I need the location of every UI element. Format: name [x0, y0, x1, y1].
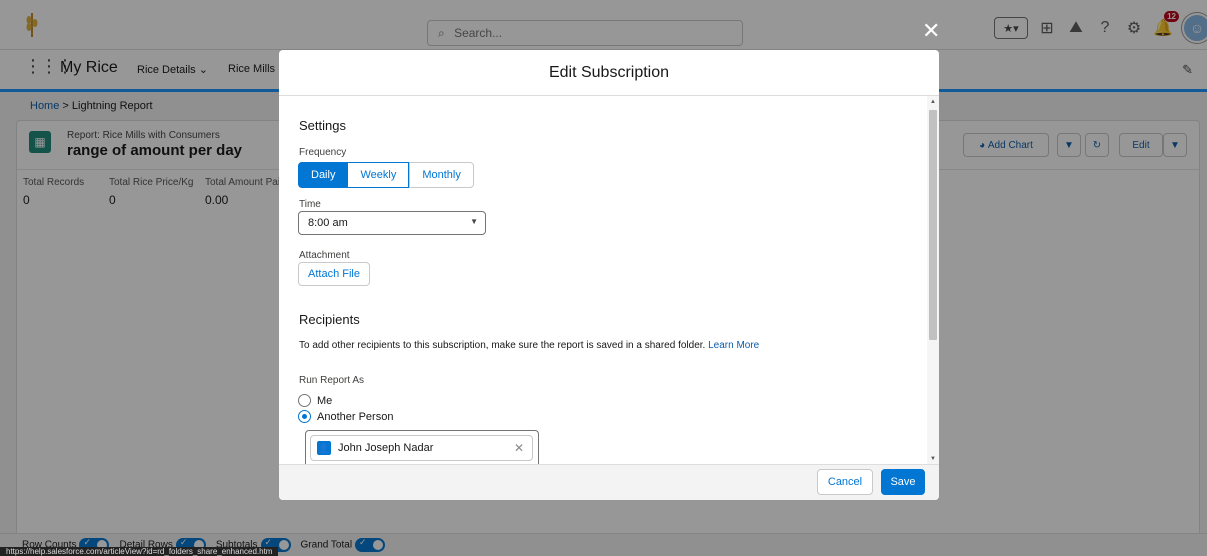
selected-person-pill: 👤 John Joseph Nadar ✕ [310, 435, 533, 461]
frequency-daily-button[interactable]: Daily [298, 162, 349, 188]
cancel-button[interactable]: Cancel [817, 469, 873, 495]
run-as-another-person-radio[interactable]: Another Person [298, 410, 393, 423]
learn-more-link[interactable]: Learn More [708, 340, 759, 351]
modal-body: Settings Frequency Daily Weekly Monthly … [279, 96, 939, 464]
scroll-up-icon[interactable]: ▲ [930, 99, 936, 105]
attach-file-button[interactable]: Attach File [298, 262, 370, 286]
time-label: Time [299, 199, 321, 210]
save-button[interactable]: Save [881, 469, 925, 495]
scroll-down-icon[interactable]: ▼ [930, 456, 936, 462]
frequency-monthly-button[interactable]: Monthly [409, 162, 474, 188]
run-as-label: Run Report As [299, 375, 365, 386]
frequency-label: Frequency [299, 147, 347, 158]
remove-person-icon[interactable]: ✕ [514, 441, 524, 455]
selected-person-name: John Joseph Nadar [338, 442, 434, 454]
modal-footer: Cancel Save [279, 464, 939, 500]
recipients-heading: Recipients [299, 312, 360, 327]
settings-heading: Settings [299, 118, 346, 133]
radio-circle[interactable] [298, 394, 311, 407]
time-value: 8:00 am [308, 217, 348, 229]
status-bar-url: https://help.salesforce.com/articleView?… [0, 547, 279, 556]
frequency-weekly-button[interactable]: Weekly [348, 162, 410, 188]
radio-circle-checked[interactable] [298, 410, 311, 423]
modal-title: Edit Subscription [279, 50, 939, 96]
modal-scrollbar[interactable]: ▲ ▼ [927, 96, 939, 464]
modal-close-icon[interactable]: ✕ [922, 18, 940, 44]
edit-subscription-modal: Edit Subscription Settings Frequency Dai… [279, 50, 939, 500]
recipients-help-text: To add other recipients to this subscrip… [299, 340, 760, 351]
time-select[interactable]: 8:00 am ▼ [298, 211, 486, 235]
frequency-button-group: Daily Weekly Monthly [298, 162, 474, 188]
run-as-me-radio[interactable]: Me [298, 394, 332, 407]
user-icon: 👤 [317, 441, 331, 455]
scroll-thumb[interactable] [929, 110, 937, 340]
attachment-label: Attachment [299, 250, 350, 261]
chevron-down-icon: ▼ [470, 217, 478, 226]
